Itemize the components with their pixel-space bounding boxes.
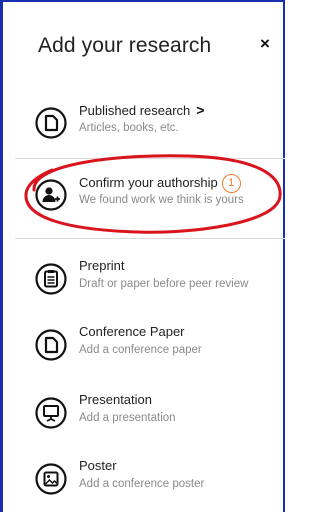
document-icon [35,107,67,139]
menu-item-label: Conference Paper [79,324,185,339]
menu-item-label: Preprint [79,258,125,273]
menu-item-poster[interactable]: Poster Add a conference poster [34,456,274,500]
menu-item-sub: Add a conference paper [79,344,202,356]
menu-item-label: Poster [79,458,117,473]
chevron-right-icon: > [196,102,205,118]
menu-item-presentation[interactable]: Presentation Add a presentation [34,390,274,434]
menu-item-published-research[interactable]: Published research > Articles, books, etc… [34,100,274,144]
divider [15,238,285,239]
menu-item-sub: Add a conference poster [79,478,205,490]
panel-title: Add your research [38,34,212,57]
frame-border-top [0,0,285,2]
menu-item-conference-paper[interactable]: Conference Paper Add a conference paper [34,322,274,366]
menu-item-sub: Draft or paper before peer review [79,278,249,290]
clipboard-icon [35,263,67,295]
highlight-oval [24,154,282,234]
menu-item-label: Presentation [79,392,152,407]
frame-border-left [0,0,3,512]
document-icon [35,329,67,361]
menu-item-preprint[interactable]: Preprint Draft or paper before peer revi… [34,256,274,300]
menu-item-sub: Add a presentation [79,412,176,424]
add-research-panel: Add your research × Published research > … [0,0,285,512]
close-icon[interactable]: × [254,33,276,55]
frame-border-right [283,0,285,512]
published-research-label: Published research [79,103,191,118]
panel-header: Add your research × [38,34,278,64]
menu-item-sub: Articles, books, etc. [79,122,179,134]
poster-icon [35,463,67,495]
presentation-icon [35,397,67,429]
menu-item-label: Published research > [79,102,204,118]
